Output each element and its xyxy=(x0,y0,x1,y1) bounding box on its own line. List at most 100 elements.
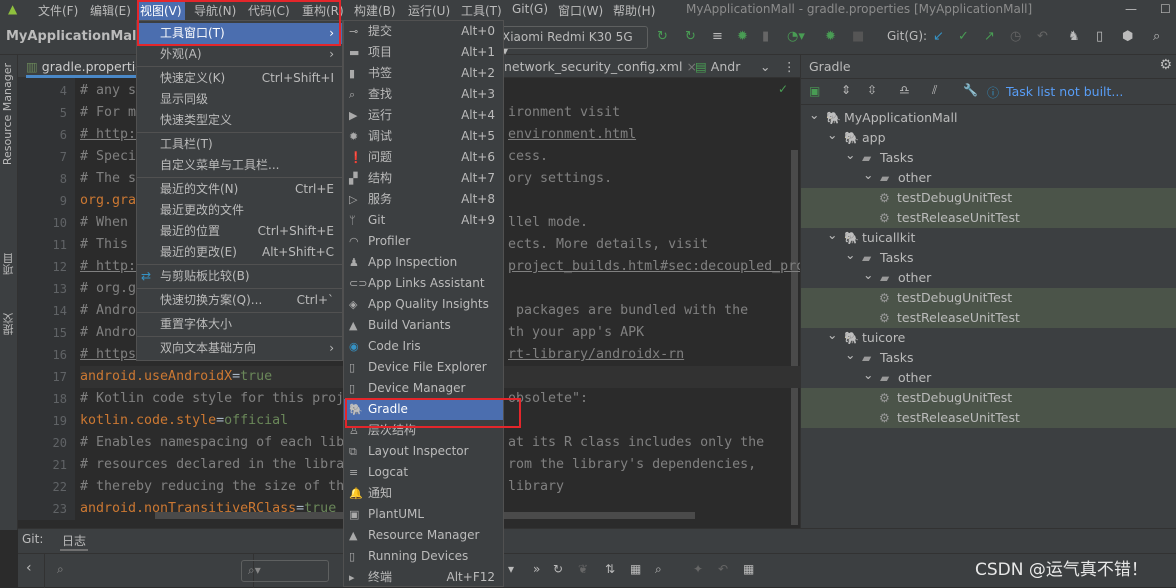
refresh-icon[interactable]: ↻ xyxy=(553,562,563,576)
chevron-down-icon[interactable]: ⌄ xyxy=(863,365,873,385)
menu-item-app-quality-insights[interactable]: ◈ App Quality Insights xyxy=(344,294,503,315)
tree-item[interactable]: ⌄ ▰ other xyxy=(801,365,1176,388)
menu-item-调试[interactable]: ✹ 调试 Alt+5 xyxy=(344,126,503,147)
tab-log[interactable]: 日志 xyxy=(60,532,89,551)
menu-item-通知[interactable]: 🔔 通知 xyxy=(344,483,503,504)
menu-build[interactable]: 构建(B) xyxy=(354,2,396,19)
offline-mode-icon[interactable]: ⫽ xyxy=(932,83,937,98)
menu-item-device-file-explorer[interactable]: ▯ Device File Explorer xyxy=(344,357,503,378)
pull-icon[interactable]: ✦ xyxy=(693,562,703,576)
more-icon[interactable]: ⋮ xyxy=(783,59,796,74)
revert-icon[interactable]: ↶ xyxy=(718,562,728,576)
menu-item-app-inspection[interactable]: ♟ App Inspection xyxy=(344,252,503,273)
menu-item[interactable]: 最近更改的文件 xyxy=(137,200,342,221)
gear-icon[interactable]: ⚙ xyxy=(1159,57,1172,73)
menu-item-结构[interactable]: ▞ 结构 Alt+7 xyxy=(344,168,503,189)
tree-item[interactable]: ⌄ 🐘 tuicallkit xyxy=(801,227,1176,248)
task-list-status-link[interactable]: Task list not built... xyxy=(1006,84,1123,99)
chevron-down-icon[interactable]: ⌄ xyxy=(827,325,837,345)
menu-item-服务[interactable]: ▷ 服务 Alt+8 xyxy=(344,189,503,210)
menu-item-profiler[interactable]: ◠ Profiler xyxy=(344,231,503,252)
chevron-down-icon[interactable]: ⌄ xyxy=(845,145,855,165)
menu-item[interactable]: ⇄ 与剪贴板比较(B) xyxy=(137,266,342,287)
menu-item[interactable]: 快速定义(K) Ctrl+Shift+I xyxy=(137,68,342,89)
back-icon[interactable]: ‹ xyxy=(26,560,32,576)
tree-item[interactable]: ⚙ testReleaseUnitTest xyxy=(801,408,1176,428)
analyze-icon[interactable]: ♎ xyxy=(899,83,910,97)
menu-file[interactable]: 文件(F) xyxy=(38,2,78,19)
menu-item-终端[interactable]: ▸ 终端 Alt+F12 xyxy=(344,567,503,588)
menu-edit[interactable]: 编辑(E) xyxy=(90,2,131,19)
menu-item-运行[interactable]: ▶ 运行 Alt+4 xyxy=(344,105,503,126)
tree-item[interactable]: ⌄ ▰ Tasks xyxy=(801,145,1176,168)
menu-item-build-variants[interactable]: ▲ Build Variants xyxy=(344,315,503,336)
menu-item[interactable]: 最近的更改(E) Alt+Shift+C xyxy=(137,242,342,263)
menu-item-plantuml[interactable]: ▣ PlantUML xyxy=(344,504,503,525)
wrench-icon[interactable]: 🔧 xyxy=(963,83,978,97)
menu-item[interactable]: 快速切换方案(Q)... Ctrl+` xyxy=(137,290,342,311)
attach-icon[interactable]: ✹ xyxy=(825,29,836,44)
menu-git[interactable]: Git(G) xyxy=(512,2,548,16)
git-update-icon[interactable]: ↙ xyxy=(933,29,944,44)
menu-item-running-devices[interactable]: ▯ Running Devices xyxy=(344,546,503,567)
tree-item[interactable]: ⌄ 🐘 MyApplicationMall xyxy=(801,105,1176,128)
branch-filter-input[interactable]: ⌕ xyxy=(44,554,254,588)
menu-item-书签[interactable]: ▮ 书签 Alt+2 xyxy=(344,63,503,84)
menu-item-问题[interactable]: ❗ 问题 Alt+6 xyxy=(344,147,503,168)
search-icon[interactable]: ⌕ xyxy=(655,562,662,577)
menu-item-查找[interactable]: ⌕ 查找 Alt+3 xyxy=(344,84,503,105)
grid-options-icon[interactable]: ▦ xyxy=(743,562,754,576)
stop-icon[interactable]: ■ xyxy=(852,29,864,44)
menu-item-code-iris[interactable]: ◉ Code Iris xyxy=(344,336,503,357)
menu-item-layout-inspector[interactable]: ⧉ Layout Inspector xyxy=(344,441,503,462)
breadcrumb-project[interactable]: MyApplicationMall xyxy=(6,29,141,44)
view-options-icon[interactable]: ▦ xyxy=(630,562,641,576)
tree-item[interactable]: ⚙ testDebugUnitTest xyxy=(801,388,1176,408)
chevron-down-icon[interactable]: ⌄ xyxy=(863,165,873,185)
chevron-down-icon[interactable]: ⌄ xyxy=(827,125,837,145)
project-tab[interactable]: 项目 xyxy=(1,253,17,275)
menu-window[interactable]: 窗口(W) xyxy=(558,2,603,19)
tree-item[interactable]: ⌄ ▰ other xyxy=(801,165,1176,188)
git-push-icon[interactable]: ↗ xyxy=(984,29,995,44)
tab-network-security-config[interactable]: network_security_config.xml × xyxy=(504,59,697,74)
collapse-all-icon[interactable]: ⇳ xyxy=(867,83,877,97)
apply-code-changes-icon[interactable]: ↻ xyxy=(685,29,696,44)
menu-item-git[interactable]: ᛘ Git Alt+9 xyxy=(344,210,503,231)
cherry-pick-icon[interactable]: ❦ xyxy=(578,562,588,576)
chevron-down-icon[interactable]: ⌄ xyxy=(863,265,873,285)
menu-help[interactable]: 帮助(H) xyxy=(613,2,655,19)
tab-android-manifest[interactable]: ▤ Andr xyxy=(695,59,740,74)
search-icon[interactable]: ⌕ xyxy=(1153,29,1160,44)
debug-icon[interactable]: ✹ xyxy=(737,29,748,44)
menu-item[interactable]: 最近的文件(N) Ctrl+E xyxy=(137,179,342,200)
tab-gradle-properties[interactable]: ▥ gradle.properties xyxy=(26,59,150,78)
chevron-down-icon[interactable]: ⌄ xyxy=(809,105,819,125)
chevron-down-icon[interactable]: ⌄ xyxy=(845,245,855,265)
more-icon[interactable]: » xyxy=(533,562,540,576)
filter-dropdown-icon[interactable]: ▾ xyxy=(508,562,514,576)
menu-item-app-links-assistant[interactable]: ⊂⊃ App Links Assistant xyxy=(344,273,503,294)
apply-changes-icon[interactable]: ↻ xyxy=(657,29,668,44)
menu-run[interactable]: 运行(U) xyxy=(408,2,450,19)
tree-item[interactable]: ⚙ testReleaseUnitTest xyxy=(801,208,1176,228)
history-icon[interactable]: ◷ xyxy=(1010,29,1021,44)
tree-item[interactable]: ⌄ ▰ Tasks xyxy=(801,245,1176,268)
tabs-dropdown-icon[interactable]: ⌄ xyxy=(760,59,770,74)
tree-item[interactable]: ⌄ 🐘 tuicore xyxy=(801,325,1176,348)
expand-all-icon[interactable]: ⇕ xyxy=(841,83,851,97)
minimize-button[interactable]: — xyxy=(1125,2,1137,16)
menu-item-logcat[interactable]: ≡ Logcat xyxy=(344,462,503,483)
sort-icon[interactable]: ⇅ xyxy=(605,562,615,576)
tree-item[interactable]: ⌄ ▰ other xyxy=(801,265,1176,288)
tree-item[interactable]: ⌄ 🐘 app xyxy=(801,125,1176,148)
menu-item-resource-manager[interactable]: ▲ Resource Manager xyxy=(344,525,503,546)
sync-icon[interactable]: ≡ xyxy=(712,29,723,44)
tree-item[interactable]: ⌄ ▰ Tasks xyxy=(801,347,1176,368)
menu-item[interactable]: 最近的位置 Ctrl+Shift+E xyxy=(137,221,342,242)
tree-item[interactable]: ⚙ testDebugUnitTest xyxy=(801,288,1176,308)
menu-item[interactable]: 重置字体大小 xyxy=(137,314,342,335)
menu-item[interactable]: 工具栏(T) xyxy=(137,134,342,155)
menu-item[interactable]: 快速类型定义 xyxy=(137,110,342,131)
git-commit-icon[interactable]: ✓ xyxy=(958,29,969,44)
